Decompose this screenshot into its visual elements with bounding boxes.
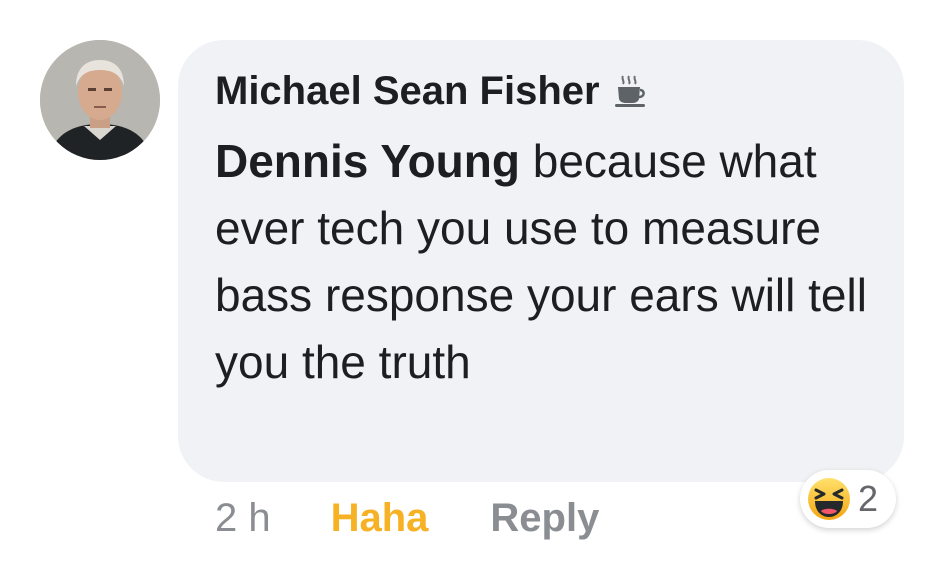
- timestamp-link[interactable]: 2 h: [215, 496, 271, 541]
- reaction-button[interactable]: Haha: [331, 496, 429, 541]
- avatar[interactable]: [40, 40, 160, 160]
- reaction-count: 2: [858, 478, 879, 519]
- coffee-cup-icon: [612, 73, 648, 109]
- comment-text: Dennis Young because what ever tech you …: [215, 128, 875, 396]
- reply-button[interactable]: Reply: [490, 496, 599, 541]
- author-row: Michael Sean Fisher: [215, 66, 648, 116]
- haha-emoji-icon: [806, 476, 852, 522]
- comment-container: Michael Sean Fisher Dennis Young because…: [0, 0, 939, 570]
- mention-link[interactable]: Dennis Young: [215, 135, 520, 187]
- comment-actions: 2 h Haha Reply: [215, 490, 599, 546]
- reaction-summary[interactable]: 2: [800, 470, 896, 528]
- author-name[interactable]: Michael Sean Fisher: [215, 69, 600, 114]
